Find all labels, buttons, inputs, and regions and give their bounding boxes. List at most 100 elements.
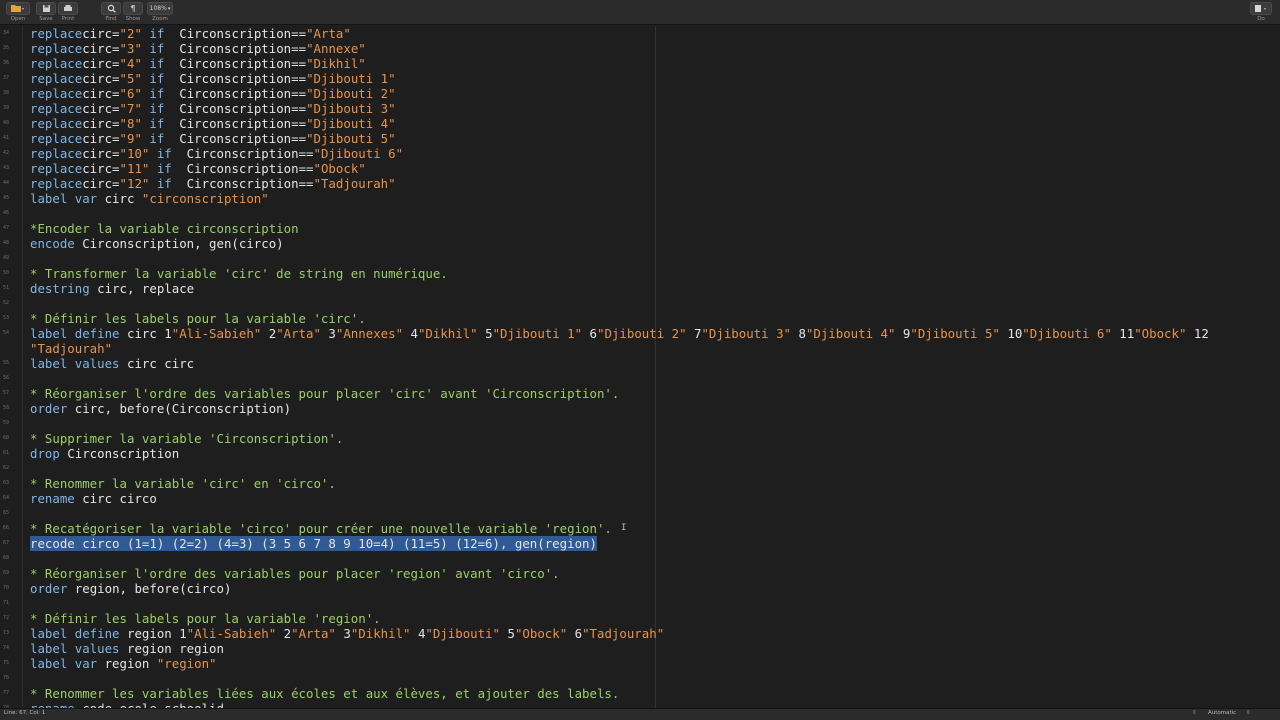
code-editor[interactable]: 34 replacecirc="2" if Circonscription=="A… <box>0 26 1280 708</box>
code-line[interactable]: 72 * Définir les labels pour la variable … <box>0 611 1280 626</box>
code-line[interactable]: 73 label define region 1"Ali-Sabieh" 2"Ar… <box>0 626 1280 641</box>
code-line[interactable]: 34 replacecirc="2" if Circonscription=="A… <box>0 26 1280 41</box>
code-line[interactable]: 78rename code_ecole schoolid <box>0 701 1280 708</box>
code-line[interactable]: 45 label var circ "circonscription" <box>0 191 1280 206</box>
code-line[interactable]: 77 * Renommer les variables liées aux éco… <box>0 686 1280 701</box>
code-token: * Transformer la variable 'circ' de stri… <box>30 266 448 281</box>
code-line[interactable]: 62 <box>0 461 1280 476</box>
code-token: "circonscription" <box>141 191 269 206</box>
code-token: region region <box>119 641 224 656</box>
zoom-control[interactable]: 108% ▾ Zoom <box>147 2 173 23</box>
code-token: "7" <box>119 101 142 116</box>
line-number: 41 <box>3 135 10 141</box>
code-line[interactable]: 40 replacecirc="8" if Circonscription=="D… <box>0 116 1280 131</box>
code-line[interactable]: 71 <box>0 596 1280 611</box>
code-line[interactable]: 46 <box>0 206 1280 221</box>
code-line[interactable]: 57 * Réorganiser l'ordre des variables po… <box>0 386 1280 401</box>
code-line[interactable]: 61 drop Circonscription <box>0 446 1280 461</box>
code-token: circ= <box>82 146 120 161</box>
save-button[interactable]: Save <box>36 2 56 23</box>
line-number: 53 <box>3 315 10 321</box>
code-line[interactable]: 74 label values region region <box>0 641 1280 656</box>
code-token: replace <box>30 56 83 71</box>
code-line[interactable]: 58 order circ, before(Circonscription) <box>0 401 1280 416</box>
code-line[interactable]: 37 replacecirc="5" if Circonscription=="D… <box>0 71 1280 86</box>
code-text: replacecirc="9" if Circonscription=="Dji… <box>30 131 396 146</box>
code-token: "Annexe" <box>306 41 366 56</box>
code-line[interactable]: 51 destring circ, replace <box>0 281 1280 296</box>
code-line[interactable]: 50 * Transformer la variable 'circ' de st… <box>0 266 1280 281</box>
code-line[interactable]: 44 replacecirc="12" if Circonscription=="… <box>0 176 1280 191</box>
code-line[interactable]: 66 * Recatégoriser la variable 'circo' po… <box>0 521 1280 536</box>
code-line[interactable]: 53 * Définir les labels pour la variable … <box>0 311 1280 326</box>
code-token: 3 <box>335 626 351 641</box>
chevron-down-icon: ▾ <box>167 5 171 12</box>
code-line[interactable]: 55 label values circ circ <box>0 356 1280 371</box>
code-line[interactable]: 35 replacecirc="3" if Circonscription=="A… <box>0 41 1280 56</box>
show-button[interactable]: ¶ Show <box>123 2 143 23</box>
code-text: replacecirc="5" if Circonscription=="Dji… <box>30 71 396 86</box>
code-line[interactable]: 65 <box>0 506 1280 521</box>
code-token: if <box>141 101 165 116</box>
code-line[interactable]: 69 * Réorganiser l'ordre des variables po… <box>0 566 1280 581</box>
code-line[interactable]: 70 order region, before(circo) <box>0 581 1280 596</box>
code-text: rename code_ecole schoolid <box>30 701 224 708</box>
code-token: Circonscription, gen(circo) <box>74 236 284 251</box>
code-token: 6 <box>582 326 598 341</box>
find-button[interactable]: Find <box>101 2 121 23</box>
code-line[interactable]: 60 * Supprimer la variable 'Circonscripti… <box>0 431 1280 446</box>
code-line[interactable]: 76 <box>0 671 1280 686</box>
code-token: rename <box>30 491 75 506</box>
line-number: 59 <box>3 420 10 426</box>
code-line[interactable]: 47 *Encoder la variable circonscription <box>0 221 1280 236</box>
code-token: replace <box>30 161 83 176</box>
code-token: Circonscription== <box>164 56 307 71</box>
line-number: 65 <box>3 510 10 516</box>
code-token: Circonscription== <box>164 101 307 116</box>
code-token: circ <box>97 191 142 206</box>
code-line[interactable]: 75 label var region "region" <box>0 656 1280 671</box>
code-line[interactable]: 67 recode circo (1=1) (2=2) (4=3) (3 5 6 … <box>0 536 1280 551</box>
code-line[interactable]: 42 replacecirc="10" if Circonscription=="… <box>0 146 1280 161</box>
code-line[interactable]: 56 <box>0 371 1280 386</box>
print-button[interactable]: Print <box>58 2 78 23</box>
code-text: drop Circonscription <box>30 446 179 461</box>
code-line[interactable]: "Tadjourah" <box>0 341 1280 356</box>
code-line[interactable]: 54 label define circ 1"Ali-Sabieh" 2"Arta… <box>0 326 1280 341</box>
code-token: circ= <box>82 176 120 191</box>
code-line[interactable]: 52 <box>0 296 1280 311</box>
syntax-mode[interactable]: Automatic <box>1208 710 1236 716</box>
open-button[interactable]: Open <box>6 2 30 23</box>
code-token: replace <box>30 71 83 86</box>
line-number: 37 <box>3 75 10 81</box>
code-line[interactable]: 41 replacecirc="9" if Circonscription=="D… <box>0 131 1280 146</box>
code-token: "Annexes" <box>335 326 404 341</box>
code-line[interactable]: 39 replacecirc="7" if Circonscription=="D… <box>0 101 1280 116</box>
save-icon <box>36 2 56 15</box>
show-label: Show <box>125 16 141 22</box>
line-number: 77 <box>3 690 10 696</box>
code-line[interactable]: 63 * Renommer la variable 'circ' en 'circ… <box>0 476 1280 491</box>
code-token: "Djibouti 6" <box>313 146 404 161</box>
code-token: if <box>141 41 165 56</box>
code-line[interactable]: 59 <box>0 416 1280 431</box>
code-line[interactable]: 49 <box>0 251 1280 266</box>
code-line[interactable]: 68 <box>0 551 1280 566</box>
code-token: *Encoder la variable circonscription <box>30 221 299 236</box>
code-line[interactable]: 64 rename circ circo <box>0 491 1280 506</box>
code-token: Circonscription== <box>164 131 307 146</box>
code-line[interactable]: 43 replacecirc="11" if Circonscription=="… <box>0 161 1280 176</box>
zoom-select[interactable]: 108% ▾ <box>147 2 173 15</box>
code-token: "Arta" <box>276 326 321 341</box>
code-token: circ= <box>82 101 120 116</box>
code-text: label values circ circ <box>30 356 194 371</box>
code-token: circ circo <box>74 491 157 506</box>
do-button[interactable]: Do <box>1250 2 1272 23</box>
code-line[interactable]: 48 encode Circonscription, gen(circo) <box>0 236 1280 251</box>
code-line[interactable]: 38 replacecirc="6" if Circonscription=="D… <box>0 86 1280 101</box>
code-token: if <box>149 161 172 176</box>
code-line[interactable]: 36 replacecirc="4" if Circonscription=="D… <box>0 56 1280 71</box>
code-token: label define <box>30 326 120 341</box>
line-number: 74 <box>3 645 10 651</box>
code-text: label var region "region" <box>30 656 217 671</box>
